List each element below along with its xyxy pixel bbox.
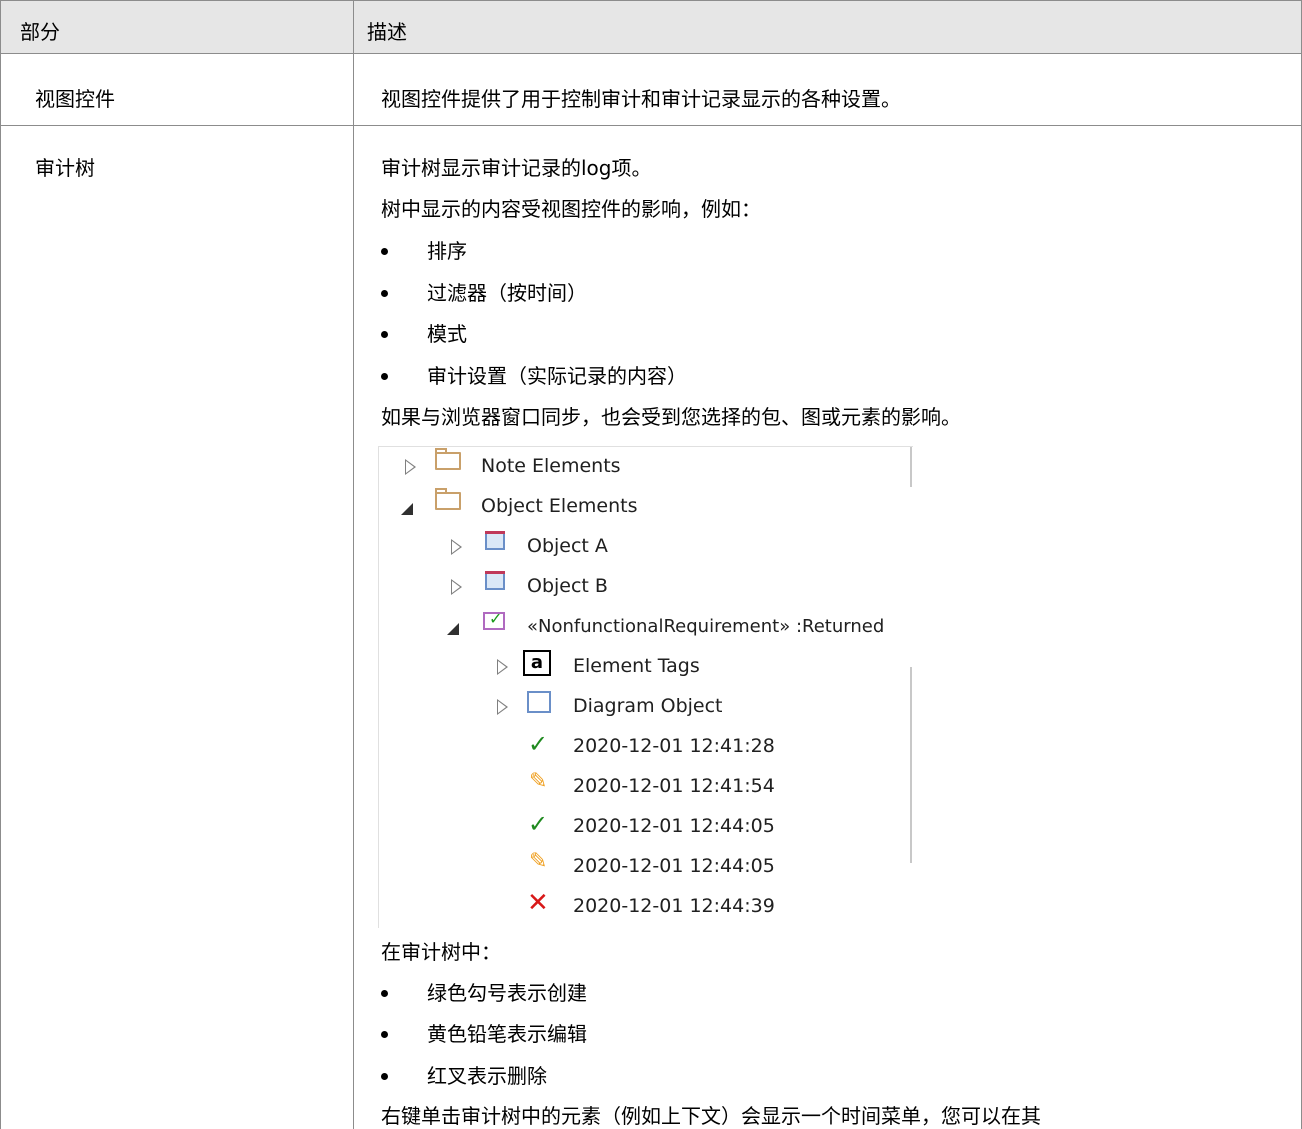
scrollbar-edge (910, 447, 912, 487)
legend-label: 绿色勾号表示创建 (427, 981, 587, 1005)
tree-node[interactable]: ✎ 2020-12-01 12:41:54 (379, 767, 909, 807)
object-icon (485, 531, 505, 550)
tree-node[interactable]: ✓ «NonfunctionalRequirement» :Returned (379, 607, 913, 647)
tree-node[interactable]: ✓ 2020-12-01 12:44:05 (379, 807, 909, 847)
collapse-arrow-icon[interactable] (447, 623, 459, 635)
scrollbar-edge (910, 667, 912, 863)
bullet-icon (381, 1073, 388, 1080)
expand-arrow-icon[interactable] (497, 659, 508, 675)
audit-tree-screenshot: Note Elements Object Elements Object A O… (378, 446, 913, 928)
tree-node-label: Element Tags (573, 655, 700, 677)
red-cross-icon: ✕ (527, 888, 549, 918)
table-header: 部分 描述 (0, 0, 1302, 54)
sync-note: 如果与浏览器窗口同步，也会受到您选择的包、图或元素的影响。 (381, 405, 961, 429)
legend-label: 红叉表示删除 (427, 1064, 547, 1088)
yellow-pencil-icon: ✎ (529, 769, 548, 794)
audit-help-table: 部分 描述 视图控件 视图控件提供了用于控制审计和审计记录显示的各种设置。 审计… (0, 0, 1302, 1129)
tag-icon: a (523, 650, 551, 676)
tree-node-label: Object Elements (481, 495, 638, 517)
expand-arrow-icon[interactable] (451, 579, 462, 595)
tree-node[interactable]: Diagram Object (379, 687, 909, 727)
tree-node-label: 2020-12-01 12:44:05 (573, 815, 775, 837)
tree-node-label: 2020-12-01 12:44:39 (573, 895, 775, 917)
collapse-arrow-icon[interactable] (401, 503, 413, 515)
requirement-icon: ✓ (483, 609, 505, 630)
factor-label: 排序 (427, 239, 467, 263)
expand-arrow-icon[interactable] (497, 699, 508, 715)
folder-icon (435, 488, 461, 510)
context-menu-note: 右键单击审计树中的元素（例如上下文）会显示一个时间菜单，您可以在其 (381, 1104, 1041, 1128)
tree-node-label: 2020-12-01 12:41:28 (573, 735, 775, 757)
bullet-icon (381, 373, 388, 380)
object-icon (485, 571, 505, 590)
tree-node[interactable]: ✎ 2020-12-01 12:44:05 (379, 847, 909, 887)
table-border-left (0, 0, 1, 1129)
row-divider (0, 125, 1302, 126)
tree-node[interactable]: ✓ 2020-12-01 12:41:28 (379, 727, 909, 767)
tree-node[interactable]: a Element Tags (379, 647, 909, 687)
expand-arrow-icon[interactable] (451, 539, 462, 555)
tree-node[interactable]: Object B (379, 567, 909, 607)
legend-label: 黄色铅笔表示编辑 (427, 1022, 587, 1046)
tree-node[interactable]: Object Elements (379, 487, 909, 527)
row-view-controls-description: 视图控件提供了用于控制审计和审计记录显示的各种设置。 (381, 87, 901, 111)
bullet-icon (381, 1031, 388, 1038)
tree-node-label: Note Elements (481, 455, 621, 477)
tree-node-label: Object B (527, 575, 608, 597)
bullet-icon (381, 290, 388, 297)
tree-node-label: Object A (527, 535, 608, 557)
tree-node-label: 2020-12-01 12:44:05 (573, 855, 775, 877)
tree-node-label: 2020-12-01 12:41:54 (573, 775, 775, 797)
audit-tree-intro: 审计树显示审计记录的log项。 (381, 156, 652, 180)
tree-node-label: Diagram Object (573, 695, 723, 717)
factor-label: 模式 (427, 322, 467, 346)
header-description: 描述 (367, 20, 407, 44)
green-check-icon: ✓ (528, 730, 549, 758)
bullet-icon (381, 331, 388, 338)
diagram-object-icon (527, 691, 551, 713)
factor-label: 过滤器（按时间） (427, 281, 587, 305)
bullet-icon (381, 248, 388, 255)
tree-node[interactable]: Object A (379, 527, 909, 567)
folder-icon (435, 448, 461, 470)
green-check-icon: ✓ (528, 810, 549, 838)
factor-label: 审计设置（实际记录的内容） (427, 364, 687, 388)
audit-tree-affected-by: 树中显示的内容受视图控件的影响，例如： (381, 197, 761, 221)
header-section: 部分 (20, 20, 60, 44)
tree-node[interactable]: Note Elements (379, 447, 909, 487)
column-divider (353, 0, 354, 1129)
yellow-pencil-icon: ✎ (529, 849, 548, 874)
row-audit-tree-section: 审计树 (35, 156, 95, 180)
tree-node-label: «NonfunctionalRequirement» :Returned (527, 616, 885, 637)
row-view-controls-section: 视图控件 (35, 87, 115, 111)
tree-node[interactable]: ✕ 2020-12-01 12:44:39 (379, 887, 909, 927)
legend-intro: 在审计树中： (381, 940, 501, 964)
bullet-icon (381, 990, 388, 997)
expand-arrow-icon[interactable] (405, 459, 416, 475)
